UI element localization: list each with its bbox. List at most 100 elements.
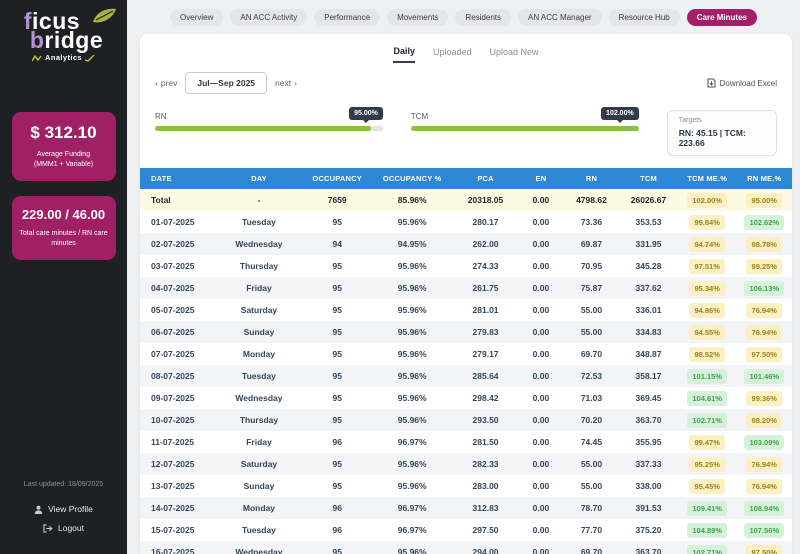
sidebar: ficus bridge Analytics $ 312.10 Average … [0, 0, 127, 554]
rn-me-badge: 99.36% [746, 391, 782, 406]
rn-progress-label: RN [155, 112, 167, 121]
column-header: TCM ME.% [678, 168, 737, 189]
column-header: DAY [215, 168, 303, 189]
zigzag-right-icon [85, 55, 95, 62]
care-minutes-table: DATEDAYOCCUPANCYOCCUPANCY %PCAENRNTCMTCM… [140, 168, 792, 554]
rn-me-badge: 76.94% [746, 303, 782, 318]
logout-icon [43, 524, 53, 533]
period-range-selector[interactable]: Jul—Sep 2025 [185, 72, 267, 94]
table-row: 08-07-2025Tuesday95 95.96%285.640.00 72.… [140, 365, 792, 387]
tcm-progress: TCM 102.00% [411, 110, 639, 131]
rn-me-badge: 76.94% [746, 479, 782, 494]
table-row: 16-07-2025Wednesday95 95.96%294.000.00 6… [140, 541, 792, 554]
tcm-me-badge: 94.74% [689, 237, 725, 252]
app-logo: ficus bridge Analytics [24, 12, 103, 62]
tcm-progress-value-badge: 102.00% [601, 107, 639, 120]
rn-me-badge: 97.50% [746, 545, 782, 554]
tab-uploaded[interactable]: Uploaded [433, 46, 472, 63]
tcm-me-badge: 104.89% [687, 523, 727, 538]
tcm-me-badge: 95.25% [689, 457, 725, 472]
table-row: 09-07-2025Wednesday95 95.96%298.420.00 7… [140, 387, 792, 409]
table-row: 06-07-2025Sunday95 95.96%279.830.00 55.0… [140, 321, 792, 343]
metric-card-care-minutes: 229.00 / 46.00 Total care minutes / RN c… [12, 196, 116, 260]
rn-me-badge: 95.00% [746, 193, 782, 208]
table-row: 11-07-2025Friday96 96.97%281.500.00 74.4… [140, 431, 792, 453]
main-area: Overview AN ACC Activity Performance Moveme… [127, 0, 800, 554]
logo-subtitle: Analytics [24, 55, 103, 62]
nav-pill-an-acc-activity[interactable]: AN ACC Activity [230, 9, 307, 26]
table-row: 01-07-2025Tuesday95 95.96%280.170.00 73.… [140, 211, 792, 233]
rn-me-badge: 101.46% [744, 369, 784, 384]
column-header: OCCUPANCY % [371, 168, 453, 189]
nav-pill-an-acc-manager[interactable]: AN ACC Manager [518, 9, 602, 26]
rn-progress: RN 95.00% [155, 110, 383, 131]
nav-pill-overview[interactable]: Overview [170, 9, 223, 26]
tab-upload-new[interactable]: Upload New [490, 46, 539, 63]
targets-box: Targets RN: 45.15 | TCM: 223.66 [667, 110, 777, 156]
metric-card-average-funding: $ 312.10 Average Funding (MMM1 + Variabl… [12, 112, 116, 181]
tcm-me-badge: 94.86% [689, 303, 725, 318]
rn-me-badge: 102.62% [744, 215, 784, 230]
prev-period-button[interactable]: ‹ prev [155, 78, 177, 88]
nav-pill-residents[interactable]: Residents [455, 9, 511, 26]
metric-label: Average Funding (MMM1 + Variable) [19, 150, 109, 171]
targets-progress-section: RN 95.00% TCM 102.00% Targets RN: 45.15 … [140, 100, 792, 164]
rn-me-badge: 76.94% [746, 325, 782, 340]
rn-progress-value-badge: 95.00% [349, 107, 383, 120]
table-row: 13-07-2025Sunday95 95.96%283.000.00 55.0… [140, 475, 792, 497]
view-profile-button[interactable]: View Profile [0, 504, 127, 514]
column-header: TCM [619, 168, 678, 189]
tcm-me-badge: 102.71% [687, 545, 727, 554]
tcm-me-badge: 102.00% [687, 193, 727, 208]
tcm-progress-label: TCM [411, 112, 428, 121]
rn-me-badge: 97.50% [746, 347, 782, 362]
table-row: 03-07-2025Thursday95 95.96%274.330.00 70… [140, 255, 792, 277]
tcm-me-badge: 99.47% [689, 435, 725, 450]
rn-me-badge: 103.09% [744, 435, 784, 450]
rn-me-badge: 99.25% [746, 259, 782, 274]
tcm-me-badge: 98.52% [689, 347, 725, 362]
content-card: Daily Uploaded Upload New ‹ prev Jul—Sep 2… [140, 34, 792, 554]
tcm-progress-fill [411, 126, 639, 131]
table-row: 05-07-2025Saturday95 95.96%281.010.00 55… [140, 299, 792, 321]
logout-button[interactable]: Logout [0, 523, 127, 533]
rn-me-badge: 108.94% [744, 501, 784, 516]
metric-value: 229.00 / 46.00 [19, 207, 109, 222]
chevron-right-icon: › [294, 78, 297, 88]
nav-pill-care-minutes[interactable]: Care Minutes [687, 9, 757, 26]
rn-me-badge: 107.56% [744, 523, 784, 538]
download-excel-button[interactable]: Download Excel [707, 78, 777, 88]
next-period-button[interactable]: next › [275, 78, 297, 88]
rn-me-badge: 106.13% [744, 281, 784, 296]
period-controls: ‹ prev Jul—Sep 2025 next › Download Exce… [140, 63, 792, 100]
tcm-me-badge: 102.71% [687, 413, 727, 428]
nav-pill-resource-hub[interactable]: Resource Hub [609, 9, 680, 26]
logo-text-line2: bridge [30, 31, 103, 50]
column-header: OCCUPANCY [303, 168, 371, 189]
targets-title: Targets [679, 117, 765, 124]
tcm-progress-track [411, 126, 639, 131]
column-header: EN [518, 168, 564, 189]
person-icon [34, 505, 43, 514]
nav-pill-movements[interactable]: Movements [387, 9, 448, 26]
tcm-me-badge: 109.41% [687, 501, 727, 516]
metric-value: $ 312.10 [19, 123, 109, 143]
last-updated-text: Last updated: 18/09/2025 [0, 481, 127, 488]
nav-pill-performance[interactable]: Performance [314, 9, 380, 26]
rn-me-badge: 98.78% [746, 237, 782, 252]
tcm-me-badge: 97.51% [689, 259, 725, 274]
tcm-me-badge: 99.84% [689, 215, 725, 230]
targets-value: RN: 45.15 | TCM: 223.66 [679, 128, 765, 148]
zigzag-left-icon [32, 55, 42, 62]
tab-daily[interactable]: Daily [393, 46, 415, 63]
column-header: DATE [140, 168, 215, 189]
tcm-me-badge: 104.61% [687, 391, 727, 406]
rn-me-badge: 98.20% [746, 413, 782, 428]
top-navigation: Overview AN ACC Activity Performance Moveme… [127, 0, 800, 34]
tcm-me-badge: 95.34% [689, 281, 725, 296]
table-row: 12-07-2025Saturday95 95.96%282.330.00 55… [140, 453, 792, 475]
table-row: 15-07-2025Tuesday96 96.97%297.500.00 77.… [140, 519, 792, 541]
table-row: 07-07-2025Monday95 95.96%279.170.00 69.7… [140, 343, 792, 365]
table-header: DATEDAYOCCUPANCYOCCUPANCY %PCAENRNTCMTCM… [140, 168, 792, 189]
rn-progress-fill [155, 126, 371, 131]
